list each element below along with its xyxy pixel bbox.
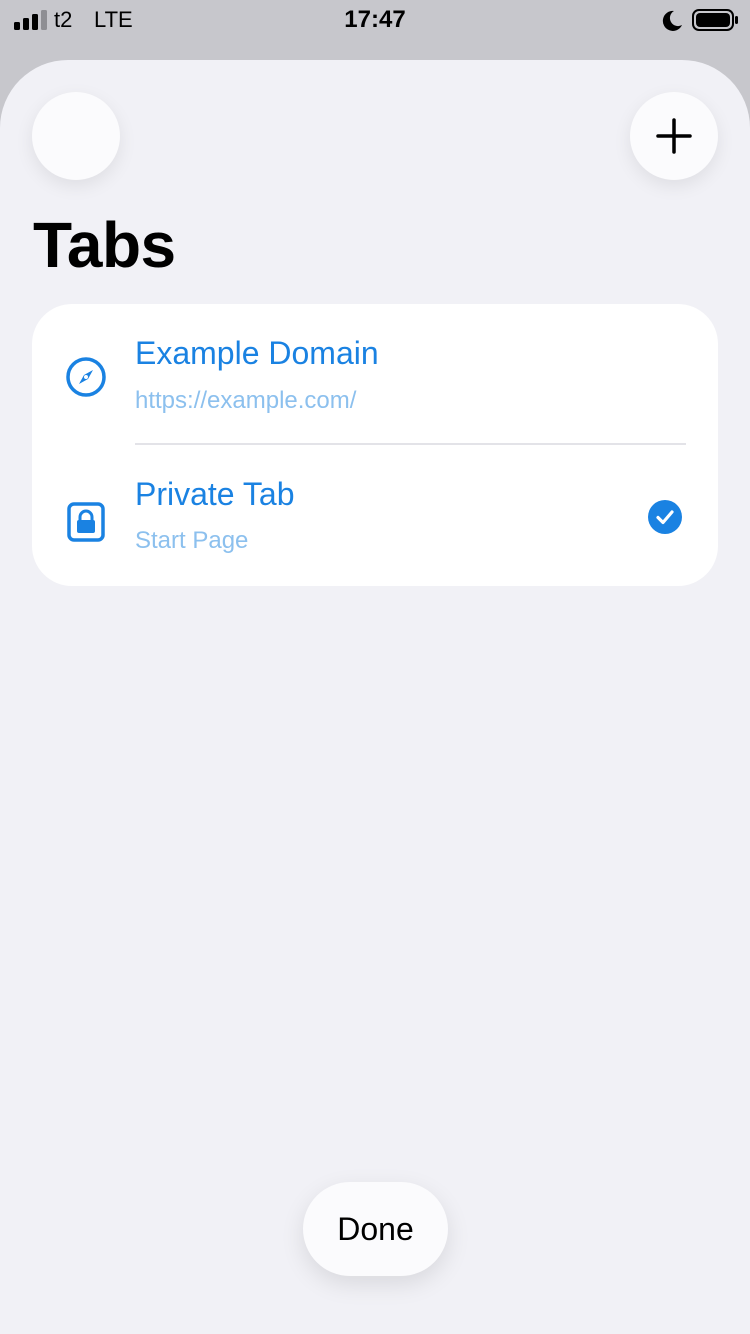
tab-row-example-domain[interactable]: Example Domain https://example.com/ [32,304,718,445]
page-title: Tabs [33,209,176,281]
selected-checkmark-icon [648,500,682,534]
battery-icon [692,9,738,31]
plus-icon [656,118,692,154]
do-not-disturb-moon-icon [662,10,682,31]
tab-title: Private Tab [135,476,295,512]
tab-subtitle: Start Page [135,527,249,554]
add-tab-button[interactable] [630,92,718,180]
tabs-sheet: Tabs Example Domain https://example.com/… [0,60,750,1334]
tab-url: https://example.com/ [135,387,357,414]
tab-title: Example Domain [135,335,379,371]
done-button[interactable]: Done [303,1182,448,1276]
tab-row-private-tab[interactable]: Private Tab Start Page [32,445,718,585]
status-bar: t2 LTE 17:47 [0,0,750,40]
menu-button[interactable] [32,92,120,180]
lock-icon [67,502,105,542]
status-time: 17:47 [344,6,406,33]
tabs-list: Example Domain https://example.com/ Priv… [32,304,718,586]
compass-icon [66,357,106,397]
